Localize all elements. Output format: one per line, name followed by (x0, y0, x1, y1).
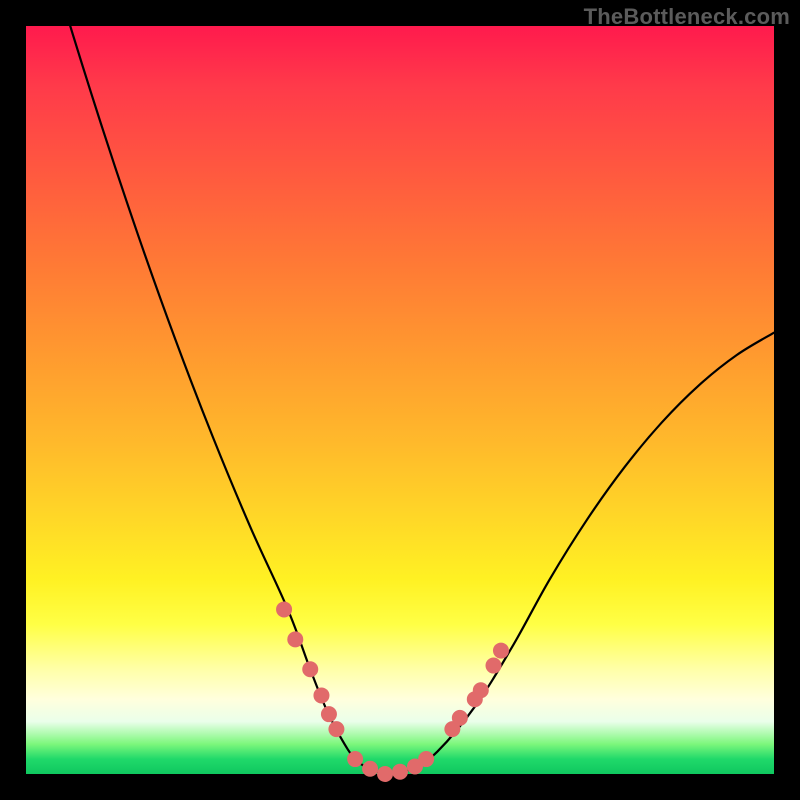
curve-marker (452, 710, 468, 726)
curve-marker (362, 761, 378, 777)
curve-marker (321, 706, 337, 722)
curve-marker (287, 631, 303, 647)
curve-marker (276, 601, 292, 617)
curve-marker (392, 764, 408, 780)
curve-marker (486, 658, 502, 674)
curve-marker (377, 766, 393, 782)
curve-marker (302, 661, 318, 677)
curve-marker (313, 687, 329, 703)
curve-marker (493, 643, 509, 659)
curve-marker (418, 751, 434, 767)
curve-marker (347, 751, 363, 767)
watermark-text: TheBottleneck.com (584, 4, 790, 30)
curve-marker (328, 721, 344, 737)
chart-plot-area (26, 26, 774, 774)
curve-markers (276, 601, 509, 782)
bottleneck-curve-svg (26, 26, 774, 774)
curve-marker (473, 682, 489, 698)
bottleneck-curve (26, 0, 774, 774)
